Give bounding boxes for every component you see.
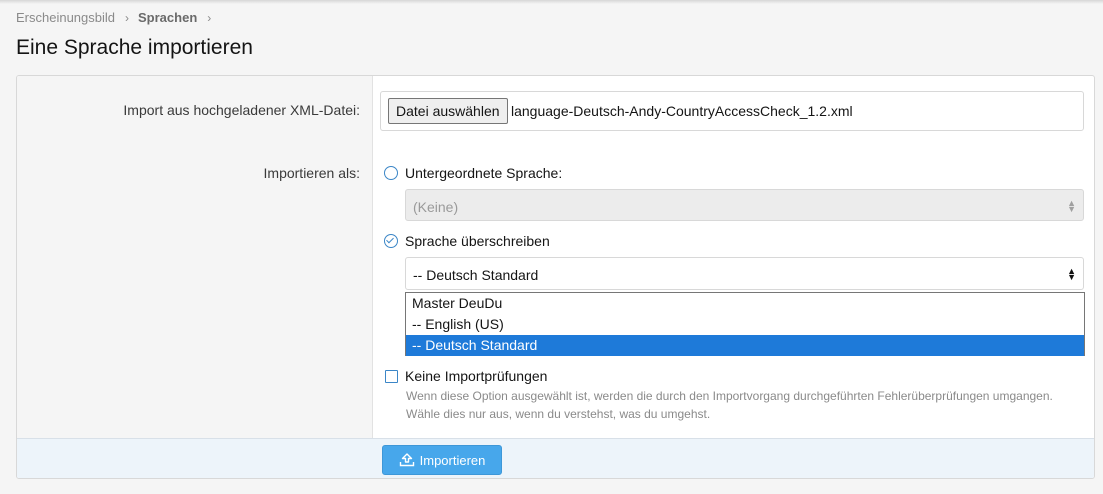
breadcrumb: Erscheinungsbild › Sprachen › [16, 10, 220, 25]
child-language-select: (Keine) ▲ ▼ [405, 189, 1084, 221]
chevron-right-icon: › [125, 10, 130, 25]
overwrite-language-label[interactable]: Sprache überschreiben [405, 233, 550, 249]
child-language-label[interactable]: Untergeordnete Sprache: [405, 165, 562, 181]
import-button[interactable]: Importieren [382, 445, 502, 475]
child-language-select-value: (Keine) [413, 199, 459, 215]
label-column [17, 76, 373, 438]
dropdown-option-master-deudu[interactable]: Master DeuDu [406, 293, 1084, 314]
select-arrows-icon: ▲ ▼ [1067, 266, 1076, 282]
no-import-checks-label[interactable]: Keine Importprüfungen [405, 368, 547, 384]
choose-file-button[interactable]: Datei auswählen [388, 98, 508, 124]
no-import-checks-hint: Wenn diese Option ausgewählt ist, werden… [406, 389, 1053, 421]
radio-child-language[interactable] [384, 166, 398, 180]
dropdown-option-english-us[interactable]: -- English (US) [406, 314, 1084, 335]
no-import-checks-checkbox[interactable] [385, 370, 398, 383]
import-file-label: Import aus hochgeladener XML-Datei: [123, 102, 360, 118]
page-title: Eine Sprache importieren [16, 36, 253, 59]
breadcrumb-item-sprachen[interactable]: Sprachen [138, 10, 197, 25]
top-shadow [0, 0, 1103, 4]
dropdown-option-deutsch-standard[interactable]: -- Deutsch Standard [406, 335, 1084, 356]
form-footer: Importieren [17, 438, 1094, 478]
import-form-panel: Import aus hochgeladener XML-Datei: Date… [16, 75, 1095, 479]
import-as-label: Importieren als: [263, 165, 360, 181]
language-dropdown-list[interactable]: Master DeuDu -- English (US) -- Deutsch … [405, 292, 1085, 356]
chevron-right-icon: › [207, 10, 212, 25]
import-button-label: Importieren [419, 452, 486, 468]
overwrite-language-select-value: -- Deutsch Standard [413, 267, 539, 283]
file-input[interactable]: Datei auswählen language-Deutsch-Andy-Co… [380, 91, 1084, 131]
radio-overwrite-language[interactable] [384, 234, 398, 248]
breadcrumb-item-erscheinungsbild[interactable]: Erscheinungsbild [16, 10, 115, 25]
overwrite-language-select[interactable]: -- Deutsch Standard ▲ ▼ [405, 257, 1084, 290]
upload-icon [399, 453, 414, 467]
file-name: language-Deutsch-Andy-CountryAccessCheck… [511, 103, 853, 119]
select-arrows-icon: ▲ ▼ [1067, 198, 1076, 214]
